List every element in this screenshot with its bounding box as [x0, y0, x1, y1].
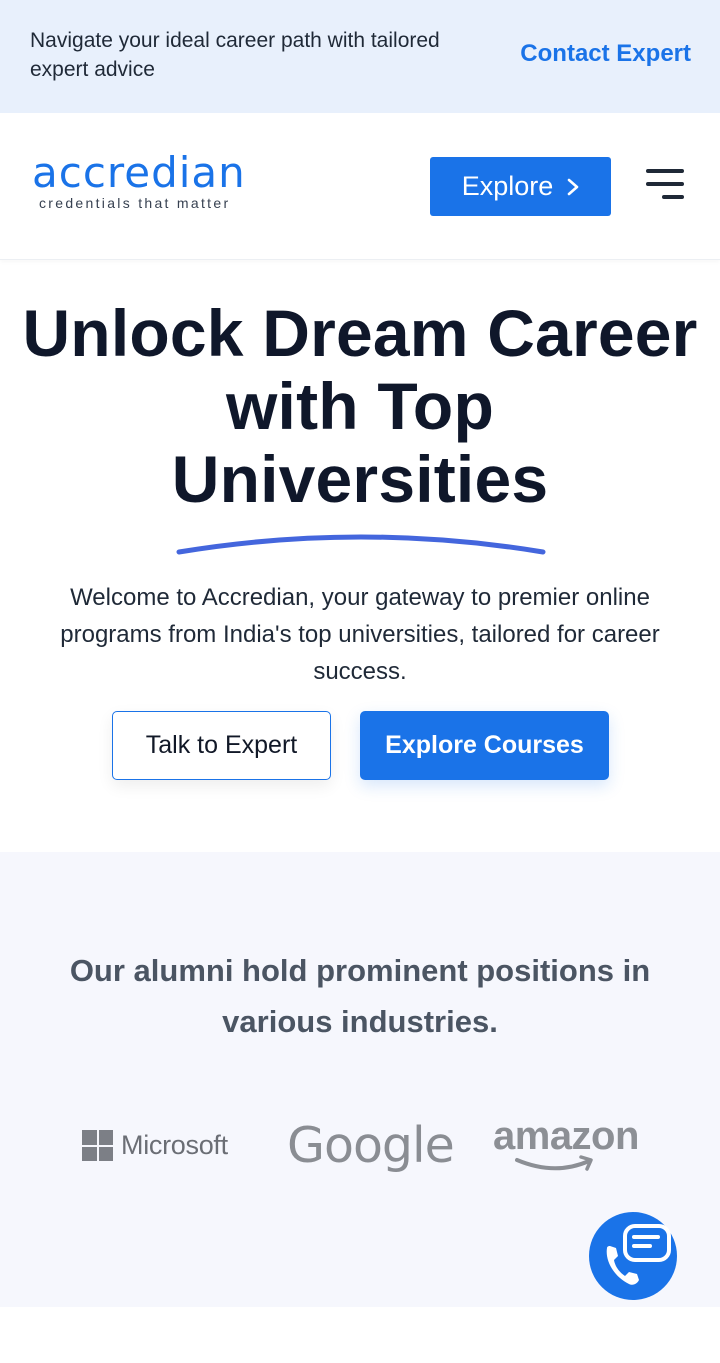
hero-subtitle: Welcome to Accredian, your gateway to pr… [60, 584, 660, 685]
company-name: Microsoft [121, 1130, 228, 1160]
explore-button-label: Explore [461, 171, 554, 201]
hero-title-line: with Top [226, 369, 494, 443]
chevron-right-icon [567, 178, 579, 195]
microsoft-logo: Microsoft [82, 1130, 228, 1161]
microsoft-logo-icon [82, 1130, 113, 1161]
site-header: accredian credentials that matter Explor… [0, 113, 720, 260]
amazon-smile-icon [515, 1155, 593, 1171]
talk-to-expert-button[interactable]: Talk to Expert [112, 711, 331, 780]
accredian-logo[interactable]: accredian credentials that matter [32, 148, 246, 212]
explore-courses-button[interactable]: Explore Courses [360, 711, 609, 780]
hamburger-menu-icon[interactable] [646, 169, 686, 201]
top-banner: Navigate your ideal career path with tai… [0, 0, 720, 113]
contact-expert-link[interactable]: Contact Expert [520, 40, 691, 68]
logo-brand-text: accredian [32, 148, 246, 197]
hero-title: Unlock Dream Career with Top Universitie… [0, 297, 720, 516]
banner-message: Navigate your ideal career path with tai… [30, 29, 440, 81]
title-underline-decoration [176, 534, 546, 555]
explore-button[interactable]: Explore [430, 157, 611, 216]
company-name: amazon [493, 1114, 639, 1158]
logo-tagline: credentials that matter [39, 195, 231, 211]
amazon-logo: amazon [493, 1114, 639, 1171]
hero-title-line: Universities [171, 442, 549, 516]
chat-call-icon[interactable] [587, 1208, 680, 1301]
hero-title-line: Unlock Dream Career [22, 296, 698, 370]
alumni-heading: Our alumni hold prominent positions in v… [69, 953, 651, 1039]
google-logo: Google [287, 1117, 455, 1174]
